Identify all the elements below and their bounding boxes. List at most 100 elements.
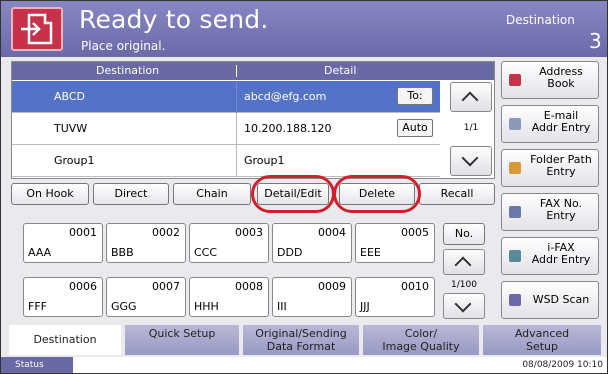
fax-icon: [509, 206, 521, 218]
email-icon: [509, 118, 521, 130]
speed-dial-button[interactable]: 0002 BBB: [106, 223, 186, 263]
speed-dial-name: JJJ: [360, 300, 370, 313]
email-addr-entry-button[interactable]: E-mail Addr Entry: [501, 105, 599, 143]
ifax-addr-entry-button[interactable]: i-FAX Addr Entry: [501, 237, 599, 275]
speed-dial-number: 0003: [235, 226, 263, 239]
chevron-up-icon: [461, 91, 479, 109]
row-destination-name: TUVW: [54, 122, 88, 135]
speed-dial-number: 0004: [318, 226, 346, 239]
speed-dial-number: 0007: [152, 280, 180, 293]
folder-icon: [509, 162, 521, 174]
tab-quick-setup[interactable]: Quick Setup: [125, 325, 239, 355]
speed-dial-scroll-down-button[interactable]: [443, 293, 485, 319]
speed-dial-name: BBB: [111, 246, 134, 259]
address-book-icon: [509, 74, 521, 86]
tab-color-image-quality[interactable]: Color/ Image Quality: [363, 325, 479, 355]
speed-dial-button[interactable]: 0001 AAA: [23, 223, 103, 263]
speed-dial-button[interactable]: 0004 DDD: [272, 223, 352, 263]
table-row[interactable]: ABCD abcd@efg.com To:: [12, 81, 440, 113]
speed-dial-name: FFF: [28, 300, 47, 313]
chevron-down-icon: [454, 295, 472, 313]
speed-dial-number: 0005: [401, 226, 429, 239]
row-divider: [236, 81, 237, 113]
table-header: Destination Detail: [12, 62, 494, 80]
send-icon: [21, 13, 53, 45]
address-book-label: Address Book: [539, 65, 583, 90]
highlight-circle: [333, 175, 421, 213]
highlight-circle: [251, 175, 335, 213]
speed-dial-button[interactable]: 0006 FFF: [23, 277, 103, 317]
speed-dial-page-indicator: 1/100: [451, 280, 477, 290]
direct-button[interactable]: Direct: [93, 183, 169, 205]
fax-no-entry-label: FAX No. Entry: [539, 197, 583, 222]
send-mode-button[interactable]: [11, 7, 63, 51]
speed-dial-number: 0009: [318, 280, 346, 293]
speed-dial-number: 0006: [69, 280, 97, 293]
row-destination-name: ABCD: [54, 90, 86, 103]
address-book-button[interactable]: Address Book: [501, 61, 599, 99]
column-header-destination: Destination: [96, 64, 160, 77]
folder-path-entry-label: Folder Path Entry: [530, 153, 592, 178]
speed-dial-number: 0008: [235, 280, 263, 293]
speed-dial-name: EEE: [360, 246, 381, 259]
screen-subtitle: Place original.: [81, 39, 166, 53]
folder-path-entry-button[interactable]: Folder Path Entry: [501, 149, 599, 187]
speed-dial-scroll-up-button[interactable]: [443, 249, 485, 275]
row-detail: 10.200.188.120: [244, 122, 332, 135]
speed-dial-name: DDD: [277, 246, 303, 259]
table-page-indicator: 1/1: [463, 123, 479, 133]
email-addr-entry-label: E-mail Addr Entry: [531, 109, 591, 134]
speed-dial-number: 0010: [401, 280, 429, 293]
header-divider: [236, 65, 237, 77]
speed-dial-button[interactable]: 0005 EEE: [355, 223, 435, 263]
chain-button[interactable]: Chain: [173, 183, 251, 205]
tab-advanced-setup[interactable]: Advanced Setup: [483, 325, 601, 355]
screen-title: Ready to send.: [79, 5, 269, 34]
row-divider: [236, 113, 237, 145]
table-row[interactable]: TUVW 10.200.188.120 Auto: [12, 113, 440, 145]
speed-dial-button[interactable]: 0007 GGG: [106, 277, 186, 317]
clock: 08/08/2009 10:10: [522, 360, 603, 370]
destination-count-label: Destination: [506, 13, 575, 27]
table-row[interactable]: Group1 Group1: [12, 145, 440, 177]
on-hook-button[interactable]: On Hook: [11, 183, 89, 205]
fax-no-entry-button[interactable]: FAX No. Entry: [501, 193, 599, 231]
speed-dial-name: HHH: [194, 300, 219, 313]
recall-button[interactable]: Recall: [419, 183, 495, 205]
destination-count: 3: [589, 29, 602, 53]
speed-dial-name: III: [277, 300, 287, 313]
speed-dial-name: CCC: [194, 246, 218, 259]
speed-dial-name: AAA: [28, 246, 52, 259]
table-scroll-down-button[interactable]: [450, 146, 492, 176]
tab-destination[interactable]: Destination: [9, 325, 121, 355]
header-bar: Ready to send. Place original. Destinati…: [1, 1, 607, 57]
wsd-scan-label: WSD Scan: [532, 293, 590, 306]
row-detail: Group1: [244, 154, 285, 167]
speed-dial-button[interactable]: 0010 JJJ: [355, 277, 435, 317]
speed-dial-name: GGG: [111, 300, 137, 313]
speed-dial-number: 0002: [152, 226, 180, 239]
wsd-scan-icon: [509, 294, 521, 306]
column-header-detail: Detail: [324, 64, 357, 77]
table-scroll-up-button[interactable]: [450, 82, 492, 112]
row-destination-name: Group1: [54, 154, 95, 167]
speed-dial-button[interactable]: 0008 HHH: [189, 277, 269, 317]
row-detail: abcd@efg.com: [244, 90, 327, 103]
status-button[interactable]: Status: [1, 357, 73, 373]
destination-table: Destination Detail ABCD abcd@efg.com To:…: [11, 61, 495, 179]
chevron-up-icon: [454, 256, 472, 274]
speed-dial-button[interactable]: 0009 III: [272, 277, 352, 317]
tab-original-sending-data-format[interactable]: Original/Sending Data Format: [243, 325, 359, 355]
ifax-addr-entry-label: i-FAX Addr Entry: [531, 241, 591, 266]
chevron-down-icon: [461, 149, 479, 167]
status-bar: Status 08/08/2009 10:10: [1, 357, 607, 373]
row-divider: [236, 145, 237, 177]
send-screen: Ready to send. Place original. Destinati…: [0, 0, 608, 374]
to-button[interactable]: To:: [397, 87, 433, 105]
auto-button[interactable]: Auto: [397, 119, 433, 137]
speed-dial-number: 0001: [69, 226, 97, 239]
speed-dial-button[interactable]: 0003 CCC: [189, 223, 269, 263]
number-search-button[interactable]: No.: [443, 223, 485, 245]
ifax-icon: [509, 250, 521, 262]
wsd-scan-button[interactable]: WSD Scan: [501, 281, 599, 319]
